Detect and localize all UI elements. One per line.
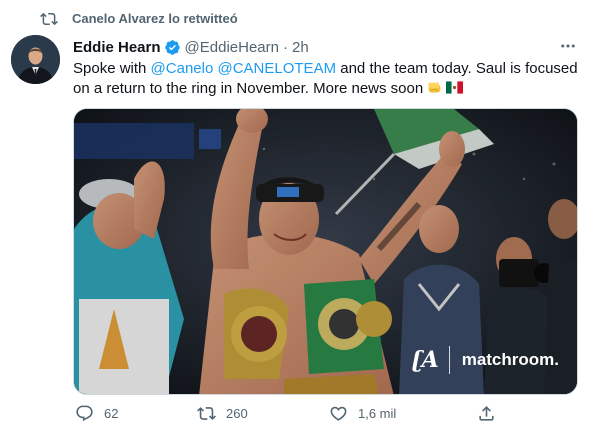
separator-dot: · [282,38,288,56]
watermark-divider [448,346,450,374]
reply-icon [76,405,93,422]
mention-link[interactable]: @CANELOTEAM [217,60,336,77]
avatar[interactable] [11,35,60,84]
tweet-text: Spoke with @Canelo @CANELOTEAM and the t… [73,59,578,99]
like-count: 1,6 mil [358,406,397,421]
fist-emoji-icon [428,82,441,93]
mexico-flag-emoji-icon [446,81,464,94]
reply-button[interactable]: 62 [75,404,118,423]
author-name[interactable]: Eddie Hearn [73,39,161,56]
tweet-timestamp[interactable]: 2h [292,39,309,56]
more-icon [561,44,575,48]
tweet-photo[interactable]: ʗA matchroom. [73,108,578,395]
retweet-count: 260 [226,406,248,421]
canelo-logo: ʗA [411,347,439,373]
more-options-button[interactable] [558,36,578,56]
tweet-header: Eddie Hearn @EddieHearn · 2h [73,36,578,58]
tweet-text-part: Spoke with [73,60,151,77]
reply-count: 62 [104,406,119,421]
author-handle[interactable]: @EddieHearn [185,39,279,56]
retweet-context-label: Canelo Alvarez lo retwitteó [72,11,238,26]
matchroom-logo-text: matchroom. [461,350,559,369]
matchroom-watermark: ʗA matchroom. [412,346,559,374]
retweet-button[interactable]: 260 [197,404,248,423]
retweet-icon [40,12,58,26]
share-icon [479,406,494,421]
retweet-action-icon [197,407,216,420]
verified-badge-icon [164,39,180,55]
avatar-image [11,35,60,84]
share-button[interactable] [477,404,496,423]
tweet-actions: 62 260 1,6 mil [65,400,515,430]
mention-link[interactable]: @Canelo [151,60,214,77]
heart-icon [330,406,347,421]
like-button[interactable]: 1,6 mil [329,404,396,423]
